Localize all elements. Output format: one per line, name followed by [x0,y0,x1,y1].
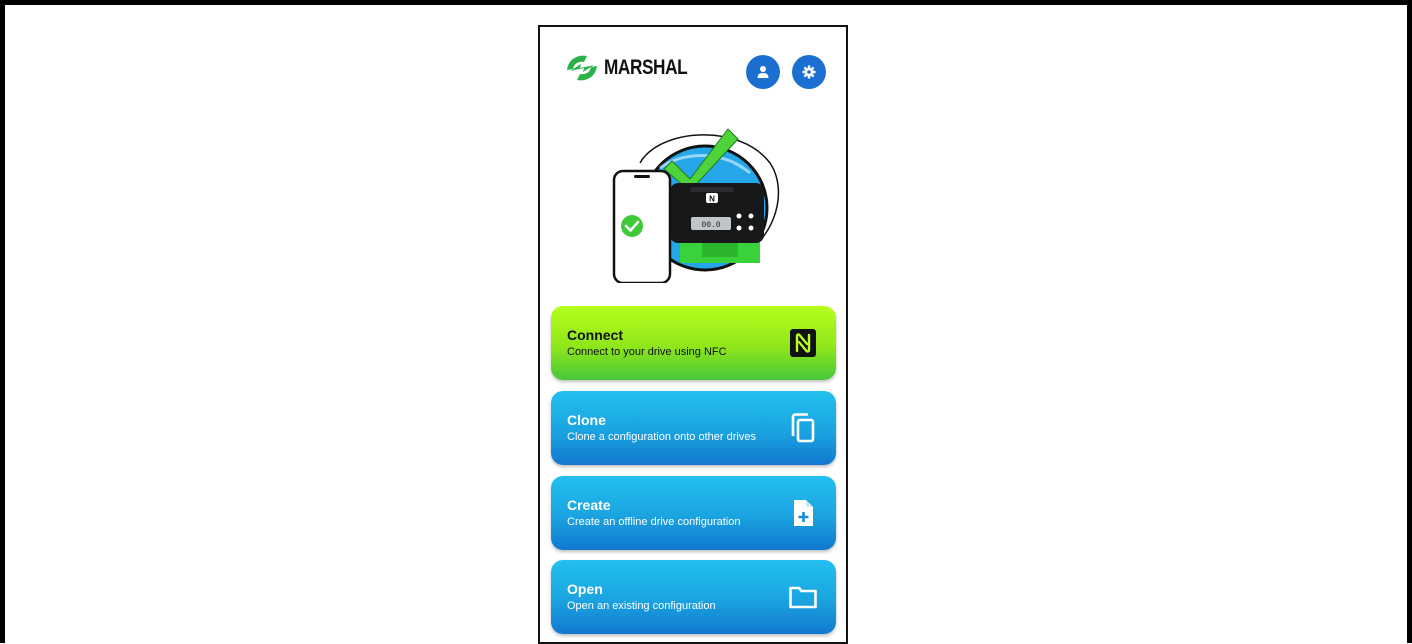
gear-icon [802,65,816,79]
phone-screen: MARSHAL N 00.0 Connect Connect to your d… [538,25,848,644]
clone-button[interactable]: Clone Clone a configuration onto other d… [551,391,836,465]
connect-title: Connect [567,327,623,343]
settings-button[interactable] [792,55,826,89]
marshal-logo-icon [567,55,597,81]
open-texts: Open Open an existing configuration [567,581,716,613]
create-texts: Create Create an offline drive configura… [567,497,740,529]
person-icon [757,66,769,78]
open-description: Open an existing configuration [567,600,716,612]
marshal-logo: MARSHAL [564,53,706,83]
clone-title: Clone [567,412,606,428]
app-header: MARSHAL [540,27,846,117]
open-title: Open [567,581,603,597]
create-description: Create an offline drive configuration [567,516,741,528]
copy-icon [786,411,820,445]
nfc-icon [786,326,820,360]
connect-button[interactable]: Connect Connect to your drive using NFC [551,306,836,380]
nfc-connection-illustration: N 00.0 [612,128,780,283]
drive-device: N 00.0 [670,183,764,263]
phone-device [612,169,672,283]
clone-description: Clone a configuration onto other drives [567,431,756,443]
folder-icon [786,580,820,614]
profile-button[interactable] [746,55,780,89]
file-add-icon [786,496,820,530]
create-title: Create [567,497,611,513]
open-button[interactable]: Open Open an existing configuration [551,560,836,634]
window-frame: MARSHAL N 00.0 Connect Connect to your d… [0,0,1412,644]
drive-display-readout: 00.0 [701,221,720,230]
brand-name: MARSHAL [604,56,688,79]
connect-texts: Connect Connect to your drive using NFC [567,327,727,359]
connect-description: Connect to your drive using NFC [567,346,727,358]
clone-texts: Clone Clone a configuration onto other d… [567,412,756,444]
drive-nfc-badge: N [709,195,715,204]
create-button[interactable]: Create Create an offline drive configura… [551,476,836,550]
